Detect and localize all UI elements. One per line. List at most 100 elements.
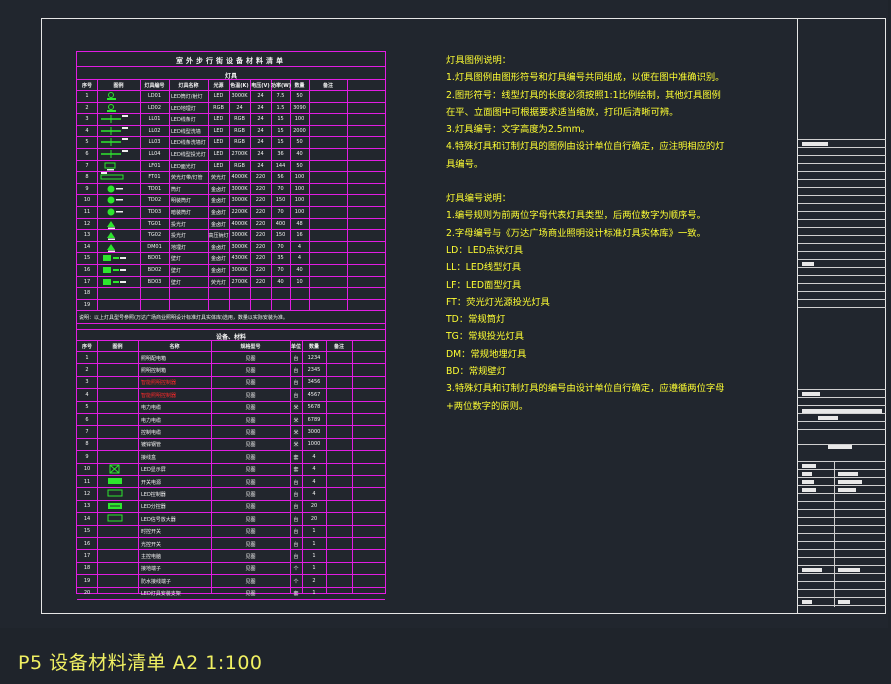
title-block (797, 18, 886, 614)
lamp-power: 70 (277, 209, 284, 215)
equipment-name: 电力电缆 (141, 417, 162, 424)
equipment-quantity: 20 (310, 515, 318, 522)
lamp-source: 高压钠灯 (208, 233, 229, 240)
lamp-row-no: 13 (83, 232, 91, 239)
table-rule (77, 375, 385, 377)
equipment-column-header: 单位 (290, 344, 301, 350)
lamp-source: LED (213, 93, 224, 99)
lamp-power: 15 (277, 116, 284, 123)
equipment-column-header: 数量 (308, 344, 319, 350)
equipment-row-no: 13 (83, 503, 91, 510)
equipment-quantity: 4 (312, 453, 316, 460)
title-block-rule (798, 283, 886, 284)
equipment-row-no: 18 (83, 565, 91, 572)
lamp-name: LED线型洗墙 (171, 128, 201, 135)
face-legend-icon (104, 162, 116, 171)
equipment-column-header: 序号 (81, 344, 92, 350)
title-block-rule (798, 187, 886, 188)
title-block-rule (798, 275, 886, 276)
equipment-unit: 套 (293, 591, 299, 598)
lamp-color-temp: 3000K (231, 267, 248, 273)
lamp-quantity: 100 (294, 116, 305, 123)
equipment-unit: 套 (293, 467, 299, 474)
equipment-unit: 台 (293, 491, 299, 498)
equipment-name: 电力电缆 (141, 405, 162, 412)
title-block-rule (798, 549, 886, 550)
equipment-spec: 见图 (245, 429, 256, 436)
table-rule (138, 340, 139, 593)
lamp-column-header: 色温(K) (230, 83, 249, 89)
lamp-quantity: 48 (296, 220, 303, 227)
lamp-code: LL02 (148, 127, 161, 134)
lamp-power: 36 (277, 151, 284, 157)
title-block-rule (798, 541, 886, 542)
equipment-name: 接地端子 (141, 566, 162, 573)
equipment-row-no: 8 (85, 441, 89, 448)
title-block-rule (798, 589, 886, 590)
lamp-code: LL04 (148, 151, 161, 157)
lamp-source: LED (213, 139, 224, 146)
lamp-voltage: 24 (257, 162, 264, 169)
title-block-label (802, 480, 814, 484)
lamp-quantity: 50 (296, 93, 303, 99)
equipment-name: 照明配电箱 (141, 355, 167, 362)
equipment-quantity: 1 (312, 540, 316, 547)
table-rule (290, 80, 291, 311)
title-block-rule (798, 267, 886, 268)
lamp-row-no: 19 (83, 301, 91, 308)
lamp-voltage: 24 (257, 104, 264, 111)
table-rule (208, 80, 209, 311)
lamp-voltage: 24 (257, 93, 264, 99)
lamp-power: 70 (277, 185, 284, 192)
equipment-row-no: 10 (83, 466, 91, 473)
lamp-source: 金卤灯 (210, 244, 226, 251)
title-block-label (802, 409, 882, 413)
lamp-source: 荧光灯 (210, 279, 226, 286)
table-rule (77, 323, 385, 325)
equipment-spec: 见图 (245, 578, 256, 585)
lamp-source: 金卤灯 (210, 198, 226, 205)
equipment-quantity: 2 (312, 577, 316, 584)
equipment-name: 接线盒 (141, 454, 157, 461)
lamp-name: 明装筒灯 (171, 198, 192, 205)
table-title: 室外步行街设备材料清单 (176, 57, 286, 65)
lamp-quantity: 100 (294, 197, 305, 204)
table-rule (169, 80, 170, 311)
code-note-line: TD：常规筒灯 (446, 314, 506, 326)
lamp-name: 壁灯 (171, 279, 182, 286)
lamp-color-temp: 4000K (231, 220, 248, 227)
lamp-voltage: 220 (255, 255, 266, 262)
lamp-color-temp: 2700K (231, 151, 248, 157)
equipment-unit: 台 (293, 479, 299, 486)
lamp-quantity: 10 (296, 278, 303, 285)
lamp-color-temp: 3000K (231, 232, 248, 239)
lamp-row-no: 15 (83, 255, 91, 262)
equipment-name: 智能照明控制器 (141, 392, 177, 399)
title-block-rule (798, 397, 886, 398)
sheet-caption: P5 设备材料清单 A2 1:100 (18, 652, 263, 674)
equipment-row-no: 20 (83, 590, 91, 597)
lamp-code: LD01 (148, 93, 161, 99)
equipment-row-no: 1 (85, 354, 89, 361)
table-rule (77, 340, 385, 341)
lamp-row-no: 14 (83, 243, 91, 250)
table-rule (97, 80, 98, 311)
lamp-code: TG01 (147, 220, 162, 227)
lamp-table-remark: 说明：以上灯具型号参照(万达广场商业照明设计标准灯具实体库)选用，数量以实际安装… (79, 315, 288, 322)
equipment-name: LED控制器 (141, 491, 166, 498)
lamp-row-no: 5 (85, 139, 89, 146)
spot-legend-icon (107, 185, 123, 193)
lamp-source: RGB (213, 104, 224, 111)
lamp-voltage: 220 (255, 232, 266, 239)
lamp-column-header: 灯具名称 (178, 83, 199, 89)
lamp-color-temp: RGB (234, 127, 245, 134)
equipment-row-no: 12 (83, 490, 91, 497)
proj-legend-icon (107, 243, 115, 252)
equipment-spec: 见图 (245, 467, 256, 474)
lamp-voltage: 24 (257, 116, 264, 123)
lamp-quantity: 2000 (293, 127, 306, 134)
lamp-quantity: 40 (296, 267, 303, 273)
table-rule (77, 363, 385, 365)
proj-legend-icon (107, 220, 115, 229)
lamp-code: LD02 (148, 104, 161, 111)
